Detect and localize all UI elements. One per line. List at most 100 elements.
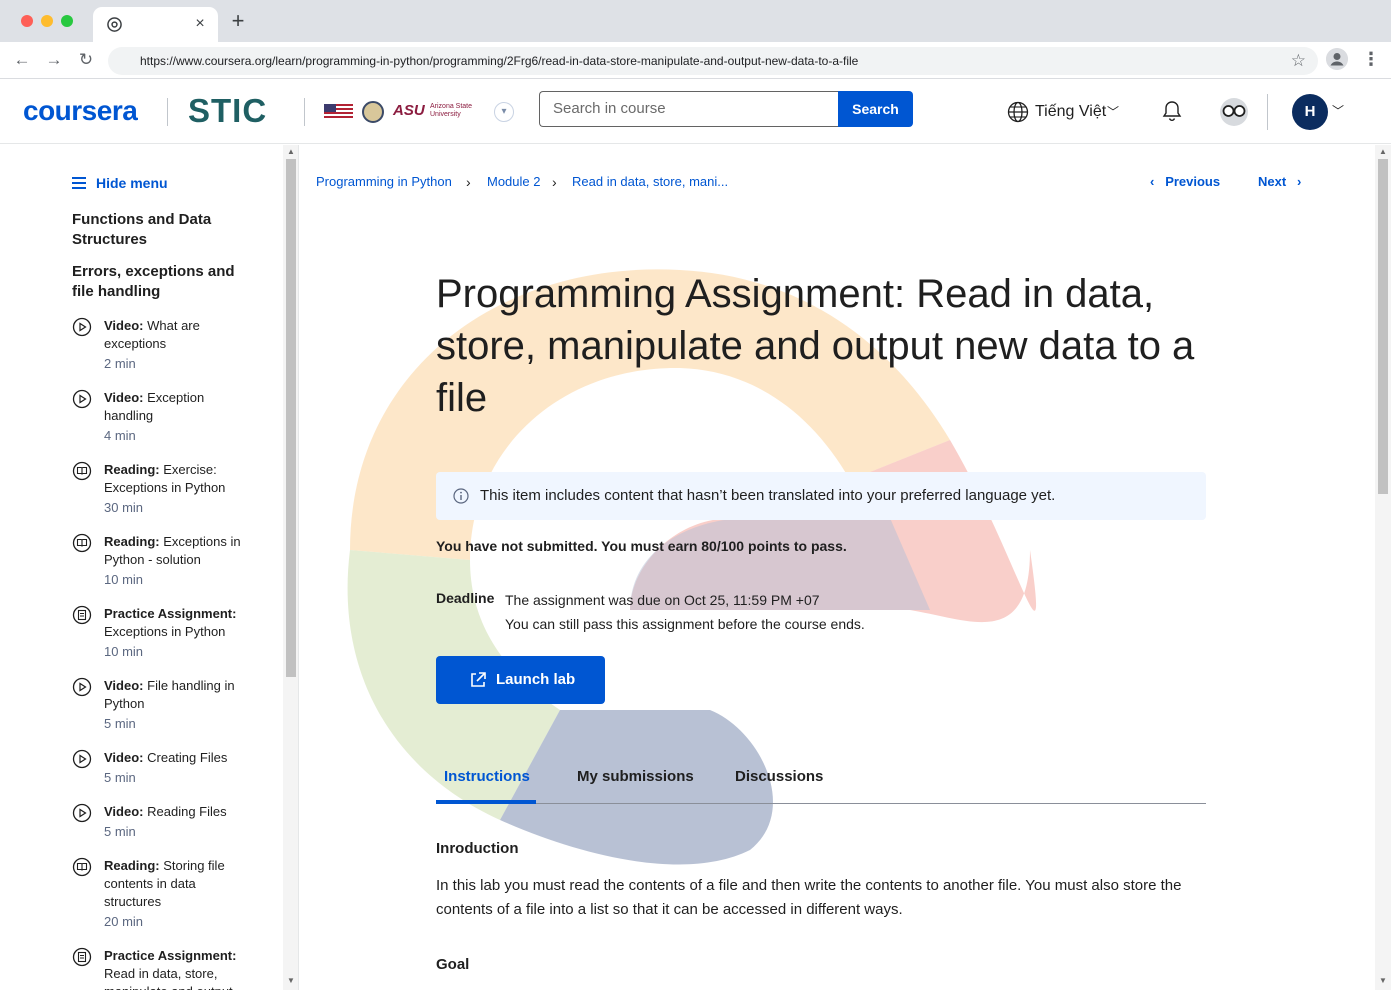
sidebar-item-title: Creating Files — [147, 750, 228, 765]
chrome-favicon-icon — [107, 17, 122, 32]
coursera-logo[interactable]: coursera — [23, 95, 138, 127]
sidebar-item-label: Reading: Exceptions in Python - solution… — [104, 533, 254, 589]
sidebar-item-title: Exceptions in Python — [104, 624, 226, 639]
sidebar-item-duration: 10 min — [104, 644, 144, 659]
new-tab-icon[interactable]: + — [228, 10, 248, 32]
sidebar-item-title: Reading Files — [147, 804, 227, 819]
notification-bell-icon[interactable] — [1160, 99, 1184, 123]
tab-discussions[interactable]: Discussions — [735, 768, 823, 785]
scroll-up-icon[interactable]: ▲ — [287, 147, 295, 156]
tab-close-icon[interactable]: × — [192, 15, 208, 33]
sidebar-item-type: Video: — [104, 318, 144, 333]
play-circle-icon — [72, 803, 92, 823]
sidebar-item-type: Video: — [104, 678, 144, 693]
sidebar-item-label: Reading: Storing file contents in data s… — [104, 857, 254, 931]
sidebar-item-label: Practice Assignment: Exceptions in Pytho… — [104, 605, 254, 661]
launch-lab-button[interactable]: Launch lab — [436, 656, 605, 704]
asu-logo: ASU — [393, 102, 425, 119]
asu-wordmark: Arizona State University — [430, 103, 473, 118]
sidebar-item-label: Video: File handling in Python 5 min — [104, 677, 254, 733]
assignment-icon — [72, 947, 92, 967]
sidebar-item-duration: 20 min — [104, 914, 144, 929]
sidebar-item-label: Video: What are exceptions 2 min — [104, 317, 254, 373]
window-minimize-dot[interactable] — [41, 15, 53, 27]
main-scrollbar[interactable]: ▲ ▼ — [1375, 145, 1391, 990]
url-field[interactable]: https://www.coursera.org/learn/programmi… — [108, 47, 1318, 75]
url-text: https://www.coursera.org/learn/programmi… — [140, 54, 859, 68]
info-icon — [453, 488, 469, 504]
launch-lab-label: Launch lab — [496, 671, 576, 688]
main-scroll-thumb[interactable] — [1378, 159, 1388, 494]
sidebar-section-errors[interactable]: Errors, exceptions and file handling — [72, 262, 252, 302]
hamburger-icon — [72, 177, 86, 189]
sidebar-item-type: Reading: — [104, 534, 160, 549]
site-header: coursera STIC ASU Arizona State Universi… — [0, 80, 1391, 144]
forward-icon[interactable]: → — [44, 50, 64, 70]
sidebar-item-duration: 5 min — [104, 824, 136, 839]
account-chevron-down-icon[interactable]: ﹀ — [1332, 102, 1344, 119]
search-button[interactable]: Search — [838, 91, 913, 127]
scroll-down-icon[interactable]: ▼ — [1379, 976, 1387, 985]
window-close-dot[interactable] — [21, 15, 33, 27]
sidebar-item-label: Video: Reading Files 5 min — [104, 803, 254, 841]
browser-tab[interactable]: × — [93, 7, 218, 42]
sidebar-item-duration: 2 min — [104, 356, 136, 371]
chevron-right-icon: › — [552, 174, 557, 190]
browser-tab-strip: × + — [0, 0, 1391, 42]
breadcrumb-course[interactable]: Programming in Python — [316, 172, 452, 192]
deadline-text: The assignment was due on Oct 25, 11:59 … — [505, 592, 820, 608]
sidebar-item-duration: 10 min — [104, 572, 144, 587]
sidebar-item-duration: 30 min — [104, 500, 144, 515]
deadline-label: Deadline — [436, 590, 495, 606]
breadcrumb-item[interactable]: Read in data, store, mani... — [572, 172, 728, 192]
sidebar-item-type: Practice Assignment: — [104, 948, 237, 963]
intro-paragraph: In this lab you must read the contents o… — [436, 877, 1182, 918]
avatar[interactable]: H — [1292, 94, 1328, 130]
window-zoom-dot[interactable] — [61, 15, 73, 27]
sidebar-item-duration: 5 min — [104, 716, 136, 731]
translation-info-banner: This item includes content that hasn’t b… — [436, 472, 1206, 520]
reload-icon[interactable]: ↻ — [76, 50, 96, 70]
language-label: Tiếng Việt — [1035, 103, 1107, 120]
info-banner-text: This item includes content that hasn’t b… — [480, 487, 1056, 504]
book-icon — [72, 857, 92, 877]
chevron-right-icon: › — [1297, 174, 1302, 189]
header-divider — [304, 98, 305, 126]
previous-button[interactable]: ‹ Previous — [1150, 172, 1220, 192]
active-tab-indicator — [436, 800, 536, 804]
play-circle-icon — [72, 389, 92, 409]
book-icon — [72, 461, 92, 481]
next-button[interactable]: Next › — [1258, 172, 1301, 192]
sidebar-item-type: Video: — [104, 390, 144, 405]
sidebar-item-label: Practice Assignment: Read in data, store… — [104, 947, 254, 990]
sidebar-scrollbar[interactable]: ▲ ▼ — [283, 145, 299, 990]
sidebar-item-type: Practice Assignment: — [104, 606, 237, 621]
sidebar-item-type: Video: — [104, 750, 144, 765]
search-input[interactable]: Search in course — [539, 91, 839, 127]
scroll-down-icon[interactable]: ▼ — [287, 976, 295, 985]
sidebar-scroll-thumb[interactable] — [286, 159, 296, 677]
chevron-left-icon: ‹ — [1150, 174, 1155, 189]
accessibility-glasses-icon[interactable] — [1218, 97, 1250, 127]
chevron-down-icon: ﹀ — [1107, 105, 1120, 119]
play-circle-icon — [72, 749, 92, 769]
tab-my-submissions[interactable]: My submissions — [577, 768, 694, 785]
bookmark-star-icon[interactable]: ☆ — [1291, 51, 1306, 71]
next-label: Next — [1258, 174, 1287, 189]
tab-instructions[interactable]: Instructions — [444, 768, 530, 785]
scroll-up-icon[interactable]: ▲ — [1379, 147, 1387, 156]
back-icon[interactable]: ← — [12, 50, 32, 70]
browser-profile-icon[interactable] — [1326, 48, 1348, 70]
sidebar-item-duration: 5 min — [104, 770, 136, 785]
browser-menu-icon[interactable]: ⋮ — [1362, 48, 1380, 70]
partners-chevron-down-icon[interactable]: ▾ — [494, 102, 514, 122]
hide-menu-label: Hide menu — [96, 175, 168, 191]
goal-heading: Goal — [436, 956, 470, 973]
breadcrumb-module[interactable]: Module 2 — [487, 172, 540, 192]
deadline-note: You can still pass this assignment befor… — [505, 616, 865, 632]
sidebar-section-functions[interactable]: Functions and Data Structures — [72, 210, 252, 250]
address-bar: ← → ↻ https://www.coursera.org/learn/pro… — [0, 42, 1391, 79]
globe-icon — [1007, 101, 1029, 123]
intro-heading: Inroduction — [436, 840, 519, 857]
header-divider — [167, 98, 168, 126]
